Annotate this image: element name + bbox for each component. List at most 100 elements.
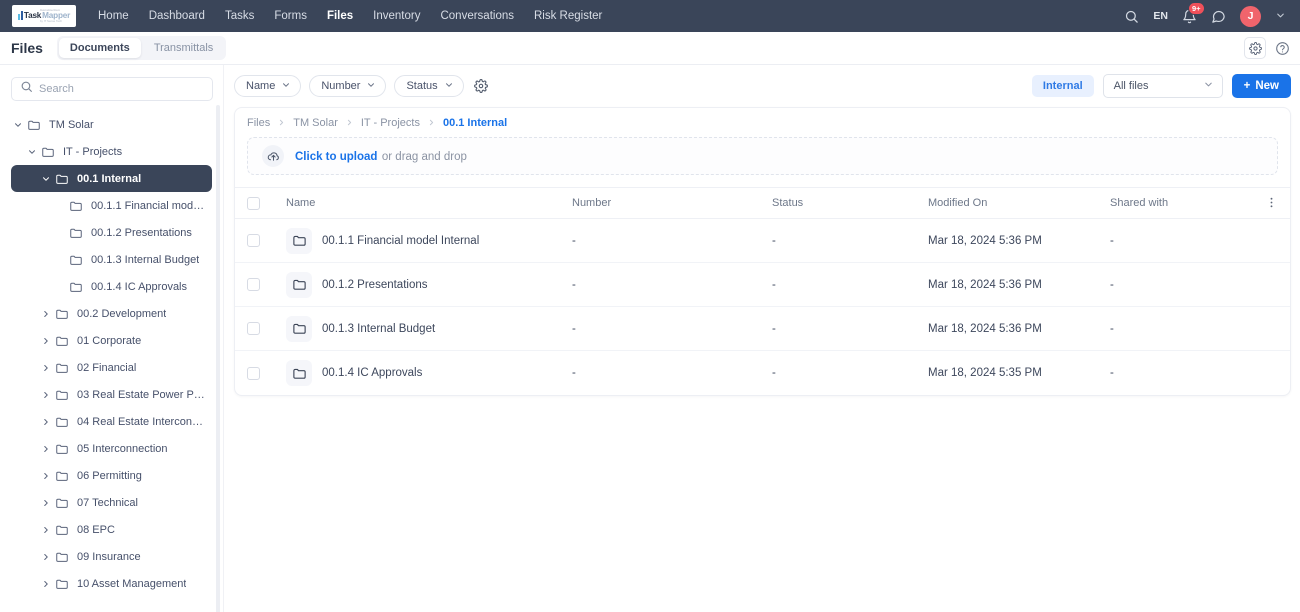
sidebar-tree-item[interactable]: 00.1.2 Presentations: [11, 219, 212, 246]
sidebar-search[interactable]: [11, 77, 213, 101]
plus-icon: +: [1243, 80, 1251, 92]
folder-icon: [67, 280, 85, 294]
chevron-right-icon[interactable]: [39, 309, 53, 319]
nav-item-inventory[interactable]: Inventory: [373, 10, 420, 22]
filter-settings-gear-icon[interactable]: [473, 79, 488, 93]
chevron-down-icon[interactable]: [25, 147, 39, 157]
column-header-name[interactable]: Name: [286, 197, 572, 209]
sidebar-tree-item[interactable]: 02 Financial: [11, 354, 212, 381]
chevron-right-icon[interactable]: [39, 390, 53, 400]
upload-link-text[interactable]: Click to upload: [295, 151, 377, 163]
user-avatar[interactable]: J: [1240, 5, 1261, 27]
table-row[interactable]: 00.1.4 IC Approvals - - Mar 18, 2024 5:35 P…: [235, 351, 1290, 395]
sidebar-tree-item[interactable]: 00.1.3 Internal Budget: [11, 246, 212, 273]
row-checkbox[interactable]: [247, 322, 260, 335]
sidebar-tree-item-label: 03 Real Estate Power Plant: [77, 388, 206, 401]
cell-name[interactable]: 00.1.1 Financial model Internal: [322, 235, 479, 247]
page-body: TM Solar IT - Projects 00.1 Internal 00.1.1…: [0, 65, 1300, 612]
sidebar-tree-item[interactable]: 01 Corporate: [11, 327, 212, 354]
chevron-right-icon[interactable]: [39, 579, 53, 589]
breadcrumb-item[interactable]: IT - Projects: [361, 117, 420, 129]
sidebar-tree-item[interactable]: TM Solar: [11, 111, 212, 138]
table-body: 00.1.1 Financial model Internal - - Mar 18,…: [235, 219, 1290, 395]
breadcrumb-item[interactable]: Files: [247, 117, 270, 129]
files-filter-select[interactable]: All files: [1102, 74, 1223, 98]
sidebar-tree-item[interactable]: 09 Insurance: [11, 543, 212, 570]
nav-item-home[interactable]: Home: [98, 10, 129, 22]
search-input[interactable]: [39, 83, 204, 95]
column-header-status[interactable]: Status: [772, 197, 928, 209]
language-selector[interactable]: EN: [1153, 10, 1168, 22]
sidebar-tree-item[interactable]: 10 Asset Management: [11, 570, 212, 597]
sidebar-tree-item[interactable]: IT - Projects: [11, 138, 212, 165]
cell-name[interactable]: 00.1.4 IC Approvals: [322, 367, 422, 379]
chevron-right-icon[interactable]: [39, 498, 53, 508]
sidebar-scrollbar[interactable]: [216, 105, 220, 612]
chevron-right-icon[interactable]: [39, 525, 53, 535]
filter-name[interactable]: Name: [234, 75, 302, 97]
chevron-right-icon[interactable]: [39, 336, 53, 346]
sidebar-tree-item[interactable]: 00.1 Internal: [11, 165, 212, 192]
nav-item-dashboard[interactable]: Dashboard: [149, 10, 205, 22]
new-button[interactable]: + New: [1231, 74, 1291, 98]
chevron-right-icon[interactable]: [39, 417, 53, 427]
filter-status[interactable]: Status: [394, 75, 464, 97]
gear-icon[interactable]: [1244, 37, 1266, 59]
table-row[interactable]: 00.1.3 Internal Budget - - Mar 18, 2024 5:3…: [235, 307, 1290, 351]
search-icon[interactable]: [1124, 9, 1139, 24]
nav-item-tasks[interactable]: Tasks: [225, 10, 254, 22]
sidebar-tree-item[interactable]: 05 Interconnection: [11, 435, 212, 462]
nav-right-actions: EN 9+ J: [1124, 1, 1290, 27]
chevron-down-icon[interactable]: [1275, 10, 1286, 23]
nav-item-risk-register[interactable]: Risk Register: [534, 10, 602, 22]
column-header-modified-on[interactable]: Modified On: [928, 197, 1110, 209]
top-navigation-bar: Construction Task Mapper by IT Sense Tech…: [0, 0, 1300, 32]
sidebar-divider: [223, 65, 224, 612]
sidebar-tree-item[interactable]: 00.1.4 IC Approvals: [11, 273, 212, 300]
sidebar-tree-item-label: 07 Technical: [77, 496, 138, 509]
page-title: Files: [11, 40, 43, 56]
upload-dropzone[interactable]: Click to upload or drag and drop: [247, 137, 1278, 175]
tab-documents[interactable]: Documents: [58, 38, 141, 58]
sidebar-tree-item[interactable]: 07 Technical: [11, 489, 212, 516]
column-header-number[interactable]: Number: [572, 197, 772, 209]
filter-status-label: Status: [406, 80, 438, 92]
table-row[interactable]: 00.1.1 Financial model Internal - - Mar 18,…: [235, 219, 1290, 263]
new-button-label: New: [1255, 80, 1279, 92]
sidebar-tree-item[interactable]: 04 Real Estate Interconnect...: [11, 408, 212, 435]
chevron-right-icon[interactable]: [39, 552, 53, 562]
sidebar-tree-item[interactable]: 00.2 Development: [11, 300, 212, 327]
sidebar-tree-item[interactable]: 08 EPC: [11, 516, 212, 543]
row-checkbox[interactable]: [247, 234, 260, 247]
filter-number[interactable]: Number: [309, 75, 387, 97]
select-all-checkbox[interactable]: [247, 196, 260, 210]
scope-chip-internal[interactable]: Internal: [1031, 75, 1094, 97]
help-icon[interactable]: [1275, 41, 1290, 56]
sidebar-tree-item[interactable]: 03 Real Estate Power Plant: [11, 381, 212, 408]
sidebar-tree-item[interactable]: 06 Permitting: [11, 462, 212, 489]
breadcrumb-item[interactable]: TM Solar: [293, 117, 338, 129]
app-logo[interactable]: Construction Task Mapper by IT Sense Tech: [12, 5, 76, 27]
cell-number: -: [572, 278, 576, 291]
cell-name[interactable]: 00.1.3 Internal Budget: [322, 323, 435, 335]
tab-transmittals[interactable]: Transmittals: [143, 38, 225, 58]
chevron-right-icon[interactable]: [39, 471, 53, 481]
row-checkbox[interactable]: [247, 278, 260, 291]
nav-item-forms[interactable]: Forms: [274, 10, 307, 22]
nav-item-conversations[interactable]: Conversations: [440, 10, 514, 22]
chevron-right-icon[interactable]: [39, 444, 53, 454]
table-options-menu[interactable]: [1254, 196, 1278, 211]
chat-bubble-icon[interactable]: [1211, 9, 1226, 24]
chevron-right-icon[interactable]: [39, 363, 53, 373]
nav-item-files[interactable]: Files: [327, 10, 353, 22]
breadcrumb-item[interactable]: 00.1 Internal: [443, 117, 507, 129]
cell-name[interactable]: 00.1.2 Presentations: [322, 279, 428, 291]
chevron-down-icon[interactable]: [39, 174, 53, 184]
table-row[interactable]: 00.1.2 Presentations - - Mar 18, 2024 5:36 …: [235, 263, 1290, 307]
folder-icon: [67, 226, 85, 240]
bell-icon[interactable]: 9+: [1182, 1, 1205, 24]
sidebar-tree-item[interactable]: 00.1.1 Financial model Internal: [11, 192, 212, 219]
column-header-shared-with[interactable]: Shared with: [1110, 197, 1254, 209]
chevron-down-icon[interactable]: [11, 120, 25, 130]
row-checkbox[interactable]: [247, 366, 260, 380]
